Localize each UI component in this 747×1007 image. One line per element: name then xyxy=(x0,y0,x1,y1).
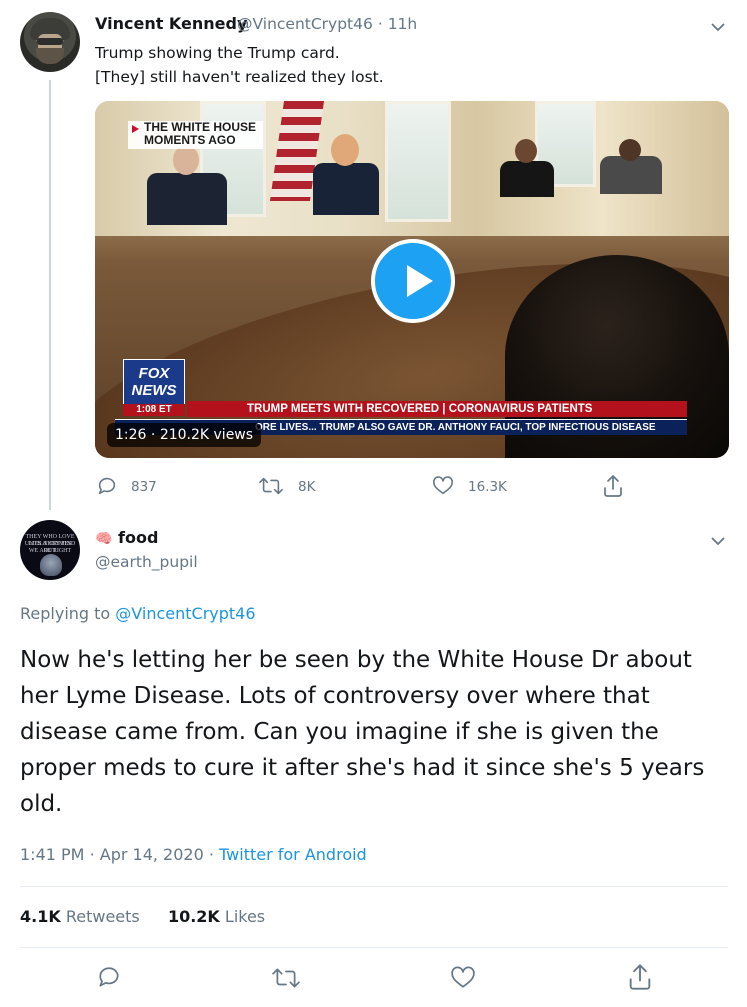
video-views: 210.2K views xyxy=(159,427,254,443)
separator-dot: · xyxy=(377,15,383,33)
video-scene-person xyxy=(147,173,227,225)
tweet-text-line: Trump showing the Trump card. xyxy=(95,44,340,62)
brain-icon: 🧠 xyxy=(95,531,113,547)
avatar[interactable] xyxy=(20,12,80,72)
likes-label: Likes xyxy=(224,907,266,926)
tweet-body: Now he's letting her be seen by the Whit… xyxy=(20,647,705,817)
tweet-source-link[interactable]: Twitter for Android xyxy=(219,845,367,864)
author-meta: @VincentCrypt46 · 11h xyxy=(237,15,417,33)
tweet-text-line: [They] still haven't realized they lost. xyxy=(95,68,384,86)
replying-to: Replying to @VincentCrypt46 xyxy=(20,604,256,623)
retweets-count: 4.1K xyxy=(20,907,61,926)
thread-connector-line xyxy=(49,80,51,510)
author-name-row[interactable]: 🧠 food xyxy=(95,528,158,547)
tweet-time[interactable]: 1:41 PM xyxy=(20,845,84,864)
video-scene-face xyxy=(515,139,537,163)
video-overlay-subtitle: MOMENTS AGO xyxy=(144,133,236,147)
video-lower-third-headline: TRUMP MEETS WITH RECOVERED | CORONAVIRUS… xyxy=(187,401,687,417)
play-icon xyxy=(407,265,433,297)
like-icon[interactable] xyxy=(432,475,454,497)
retweet-count: 8K xyxy=(298,479,316,495)
chevron-down-icon[interactable] xyxy=(711,531,725,546)
video-scene-person xyxy=(600,156,662,194)
chevron-down-icon[interactable] xyxy=(711,17,725,32)
fox-logo-line: NEWS xyxy=(131,382,177,399)
reply-count: 837 xyxy=(131,479,157,495)
fox-time: 1:08 ET xyxy=(123,404,185,416)
replying-to-label: Replying to xyxy=(20,604,111,623)
divider xyxy=(20,886,728,887)
tweet-time[interactable]: 11h xyxy=(388,15,418,33)
reply-icon[interactable] xyxy=(96,964,122,990)
video-scene-window xyxy=(385,101,451,222)
video-duration: 1:26 xyxy=(115,427,147,443)
video-scene-face xyxy=(173,145,199,175)
play-button[interactable] xyxy=(371,239,455,323)
separator-dot: · xyxy=(208,845,214,864)
engagement-counts: 4.1K Retweets 10.2K Likes xyxy=(20,907,265,926)
video-scene-face xyxy=(331,134,359,166)
fox-news-logo: FOX NEWS xyxy=(123,359,185,407)
share-icon[interactable] xyxy=(627,963,653,991)
separator-dot: · xyxy=(89,845,95,864)
video-player[interactable]: THE WHITE HOUSE MOMENTS AGO FOX NEWS 1:0… xyxy=(95,101,729,458)
replying-to-handle[interactable]: @VincentCrypt46 xyxy=(115,604,255,623)
retweets-stat[interactable]: 4.1K Retweets xyxy=(20,907,140,926)
share-icon[interactable] xyxy=(602,474,624,498)
tweet-date[interactable]: Apr 14, 2020 xyxy=(100,845,204,864)
divider xyxy=(20,947,728,948)
fox-logo-line: FOX xyxy=(138,365,170,382)
video-scene-person xyxy=(313,163,379,215)
avatar[interactable]: THEY WHO LOVE LIES & CRIMES UNTIL THEY F… xyxy=(20,520,80,580)
author-name[interactable]: food xyxy=(118,528,158,547)
author-name[interactable]: Vincent Kennedy xyxy=(95,14,247,33)
reply-icon[interactable] xyxy=(96,475,118,497)
like-icon[interactable] xyxy=(450,965,476,991)
video-scene-face xyxy=(619,139,641,161)
tweet-timestamp-row: 1:41 PM · Apr 14, 2020 · Twitter for And… xyxy=(20,845,367,864)
video-scene-person xyxy=(500,161,554,197)
like-count: 16.3K xyxy=(468,479,507,495)
likes-stat[interactable]: 10.2K Likes xyxy=(168,907,265,926)
video-stats-badge: 1:26 · 210.2K views xyxy=(107,423,262,447)
retweet-icon[interactable] xyxy=(259,475,283,497)
author-handle[interactable]: @VincentCrypt46 xyxy=(237,15,373,33)
video-overlay-label: THE WHITE HOUSE MOMENTS AGO xyxy=(128,121,263,149)
retweet-icon[interactable] xyxy=(272,966,300,990)
retweets-label: Retweets xyxy=(65,907,140,926)
likes-count: 10.2K xyxy=(167,907,220,926)
author-handle[interactable]: @earth_pupil xyxy=(95,553,198,571)
separator-dot: · xyxy=(150,427,156,443)
